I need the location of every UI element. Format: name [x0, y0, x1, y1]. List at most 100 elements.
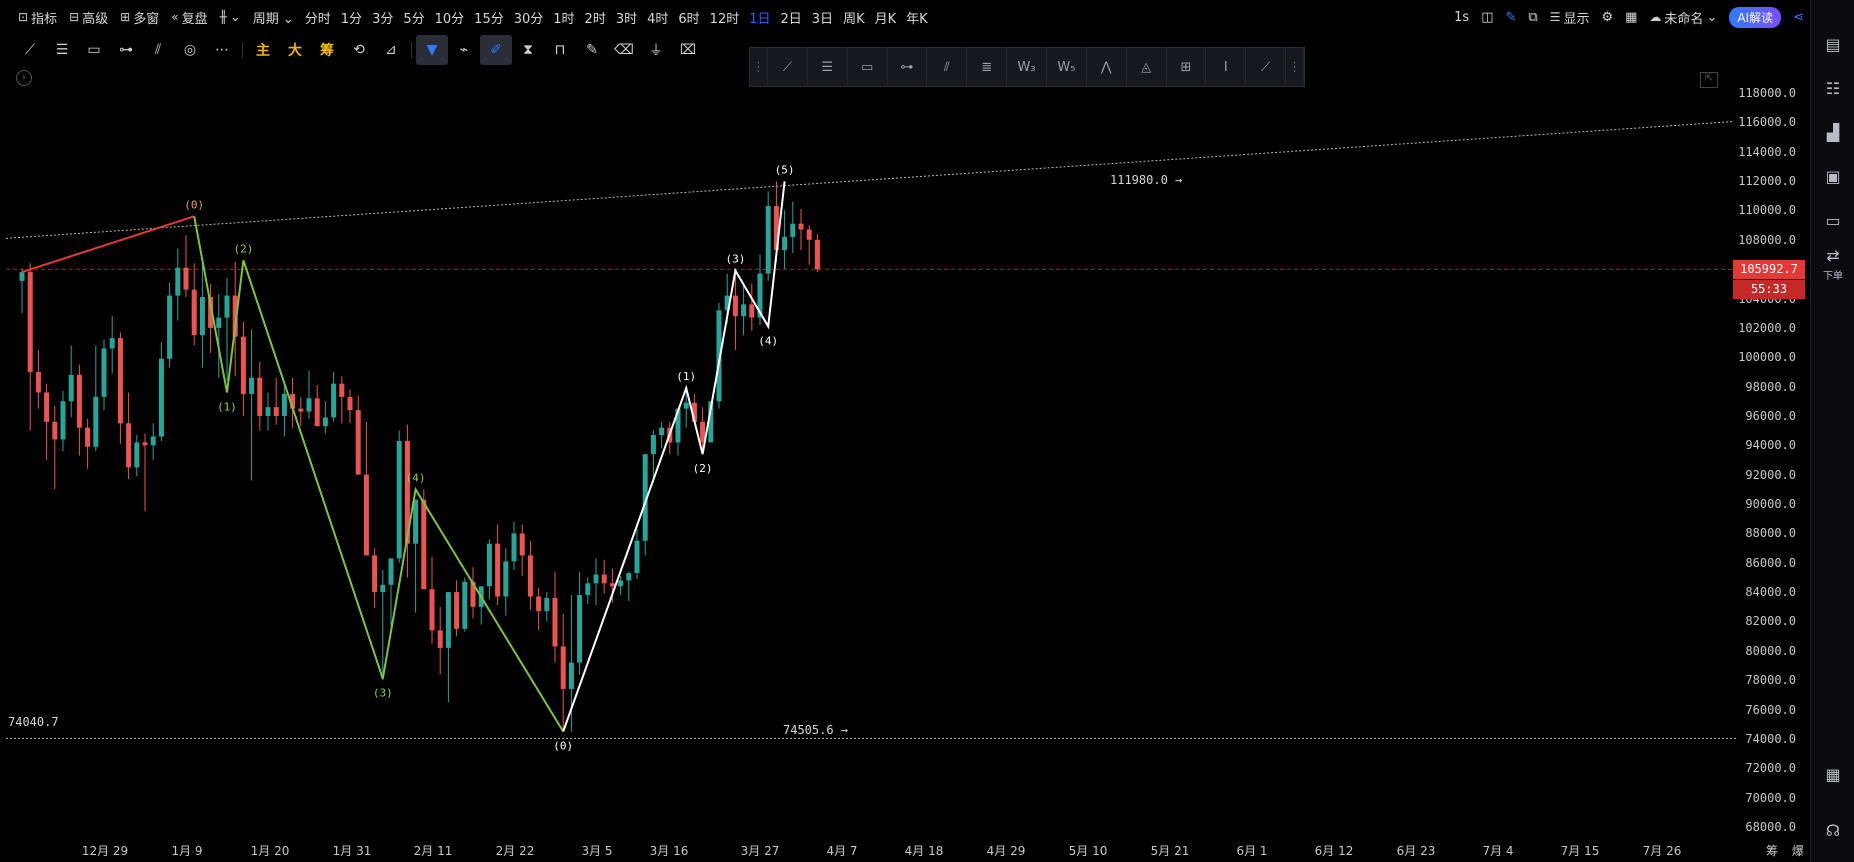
- topbar-item-1[interactable]: ⊟ 高级: [63, 0, 114, 34]
- topbar-item-5[interactable]: 周期 ⌄: [247, 0, 300, 34]
- edit-icon[interactable]: ✎: [576, 35, 608, 65]
- period-tab[interactable]: 1时: [548, 0, 579, 34]
- display-icon: ☰: [1549, 10, 1561, 24]
- indicator-icon: ⊡: [18, 10, 29, 24]
- candle-body: [257, 377, 263, 416]
- cloud-layout-menu[interactable]: ☁ 未命名 ⌄: [1643, 0, 1723, 34]
- eraser-icon[interactable]: ⌫: [608, 35, 640, 65]
- layout-icon[interactable]: ▦: [1619, 0, 1643, 34]
- period-tab[interactable]: 30分: [509, 0, 549, 34]
- candle-body: [577, 595, 583, 663]
- camera-icon[interactable]: ◫: [1475, 0, 1499, 34]
- topbar-item-3[interactable]: «复盘: [165, 0, 213, 34]
- screen-icon[interactable]: ▭: [1811, 198, 1854, 242]
- price-tick: 78000.0: [1745, 673, 1796, 688]
- candle-body: [19, 272, 25, 281]
- chart-bars-icon[interactable]: ▟: [1811, 110, 1854, 154]
- display-menu[interactable]: ☰ 显示: [1544, 0, 1596, 34]
- blast-label: 爆: [1791, 844, 1804, 858]
- divider: [411, 42, 412, 58]
- candle-body: [765, 206, 771, 274]
- price-tick: 82000.0: [1745, 614, 1796, 629]
- settings-gear-icon[interactable]: ⚙: [1595, 0, 1619, 34]
- period-tab[interactable]: 1日: [744, 0, 775, 34]
- window-icon[interactable]: ⧉: [1522, 0, 1543, 34]
- sync-icon[interactable]: ⟲: [343, 35, 375, 65]
- share-icon[interactable]: ⋖: [1787, 0, 1810, 34]
- period-tab[interactable]: 6时: [673, 0, 704, 34]
- topbar-item-4[interactable]: ╫ ⌄: [214, 0, 247, 34]
- time-axis[interactable]: 12月 29 1月 9 1月 20 1月 31 2月 11 2月 22 3月 5 3月 16 3…: [0, 838, 1736, 862]
- ruler-icon[interactable]: ⌁: [448, 35, 480, 65]
- calendar-icon[interactable]: ▣: [1811, 154, 1854, 198]
- chart-canvas[interactable]: (0) (1) (2) (3) (4) (0) (1) (2) (3) (4) (5): [0, 66, 1736, 838]
- candle-body: [413, 499, 419, 544]
- spiral-icon[interactable]: ◎: [174, 35, 206, 65]
- more-tools-icon[interactable]: ⋯: [206, 35, 238, 65]
- draw-pen-icon[interactable]: ✐: [480, 35, 512, 65]
- date-tick: 1月 20: [250, 844, 290, 858]
- pencil-icon[interactable]: ✎: [1499, 0, 1522, 34]
- period-tab[interactable]: 2时: [580, 0, 611, 34]
- collapse-icon[interactable]: ›: [16, 70, 32, 86]
- link-icon[interactable]: ⧗: [512, 35, 544, 65]
- fib-icon[interactable]: ⫽: [142, 35, 174, 65]
- candle-body: [741, 304, 747, 317]
- period-tab[interactable]: 2日: [776, 0, 807, 34]
- candle-body: [536, 596, 542, 612]
- panel-icon[interactable]: ▦: [1811, 752, 1854, 796]
- chip-distribution-button[interactable]: 筹: [311, 35, 343, 65]
- headset-icon[interactable]: ☊: [1811, 808, 1854, 852]
- period-tab[interactable]: 5分: [398, 0, 429, 34]
- large-order-button[interactable]: 大: [279, 35, 311, 65]
- price-range-icon[interactable]: ⊶: [110, 35, 142, 65]
- date-tick: 1月 31: [332, 844, 372, 858]
- period-tab[interactable]: 月K: [870, 0, 902, 34]
- candle-body: [749, 304, 755, 318]
- price-tick: 76000.0: [1745, 702, 1796, 717]
- candle-body: [806, 229, 812, 240]
- price-axis[interactable]: 118000.0 116000.0 114000.0 112000.0 110000.0…: [1736, 66, 1804, 838]
- lock-icon[interactable]: ⊓: [544, 35, 576, 65]
- period-tab[interactable]: 3时: [611, 0, 642, 34]
- candle-body: [224, 295, 230, 318]
- magnet-icon[interactable]: ⊿: [375, 35, 407, 65]
- order-button[interactable]: ⇄ 下单: [1811, 242, 1854, 286]
- order-icon: ⇄: [1826, 246, 1840, 265]
- date-tick: 3月 5: [581, 844, 613, 858]
- list-icon[interactable]: ☷: [1811, 66, 1854, 110]
- period-tab[interactable]: 分时: [300, 0, 336, 34]
- candle-body: [511, 533, 517, 562]
- countdown-badge: 55:33: [1733, 280, 1805, 299]
- topbar-item-0[interactable]: ⊡ 指标: [12, 0, 63, 34]
- period-tab[interactable]: 周K: [838, 0, 870, 34]
- period-tab[interactable]: 10分: [430, 0, 470, 34]
- fullscreen-icon[interactable]: ⇱: [1700, 72, 1718, 88]
- current-price-badge: 105992.7: [1733, 260, 1805, 279]
- trendline-icon[interactable]: ⟋: [14, 35, 46, 65]
- price-tick: 90000.0: [1745, 497, 1796, 512]
- candle-body: [339, 383, 345, 397]
- date-tick: 7月 4: [1482, 844, 1514, 858]
- chip-label: 筹: [1766, 844, 1779, 858]
- filter-icon[interactable]: ⏚: [640, 35, 672, 65]
- price-tick: 94000.0: [1745, 438, 1796, 453]
- period-tab[interactable]: 3分: [367, 0, 398, 34]
- topbar-item-label: 多窗: [133, 11, 160, 27]
- notes-icon[interactable]: ▤: [1811, 22, 1854, 66]
- topbar-item-2[interactable]: ⊞ 多窗: [114, 0, 165, 34]
- period-tab[interactable]: 1分: [336, 0, 367, 34]
- interval-label[interactable]: 1s: [1448, 0, 1475, 34]
- period-tab[interactable]: 年K: [901, 0, 933, 34]
- rectangle-icon[interactable]: ▭: [78, 35, 110, 65]
- ai-analysis-button[interactable]: AI解读: [1729, 6, 1782, 28]
- period-tab[interactable]: 4时: [642, 0, 673, 34]
- price-tick: 102000.0: [1738, 320, 1796, 335]
- period-tab[interactable]: 12时: [705, 0, 745, 34]
- bookmark-icon[interactable]: ▼: [416, 35, 448, 65]
- period-tab[interactable]: 3日: [807, 0, 838, 34]
- trash-icon[interactable]: ⌧: [672, 35, 704, 65]
- horizontal-lines-icon[interactable]: ☰: [46, 35, 78, 65]
- main-indicator-button[interactable]: 主: [247, 35, 279, 65]
- period-tab[interactable]: 15分: [469, 0, 509, 34]
